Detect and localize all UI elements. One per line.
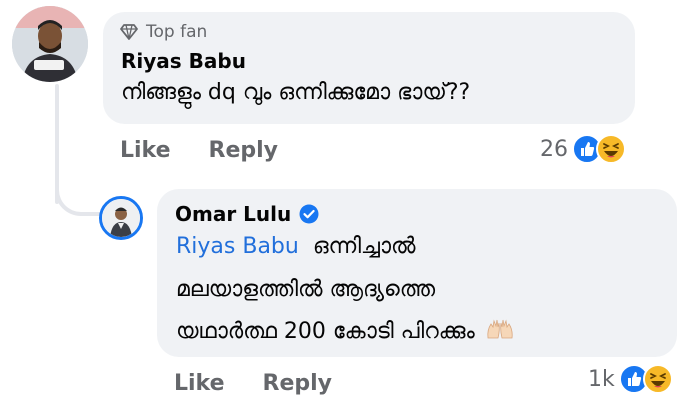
comment-reactions[interactable]: 26: [540, 134, 626, 164]
verified-badge-icon: [299, 204, 319, 224]
reaction-count: 1k: [588, 366, 615, 392]
reply-button[interactable]: Reply: [263, 371, 333, 396]
reply-text-line: Riyas Babu ഒന്നിച്ചാൽ: [176, 234, 416, 259]
reply-text-line: മലയാളത്തിൽ ആദ്യത്തെ: [176, 277, 436, 302]
haha-icon: [642, 364, 673, 394]
thread-connector: [55, 160, 101, 216]
top-fan-label: Top fan: [146, 22, 208, 42]
mention-link[interactable]: Riyas Babu: [176, 234, 299, 259]
reply-text-part: യഥാർത്ഥ 200 കോടി പിറക്കും: [176, 319, 475, 344]
reply-author-row: Omar Lulu: [175, 202, 319, 226]
reply-author[interactable]: Omar Lulu: [175, 202, 291, 226]
raising-hands-icon: [485, 318, 515, 346]
reaction-count: 26: [540, 136, 568, 162]
reply-actions: Like Reply: [174, 371, 332, 396]
reply-button[interactable]: Reply: [209, 138, 279, 163]
like-button[interactable]: Like: [120, 138, 171, 163]
like-button[interactable]: Like: [174, 371, 225, 396]
top-fan-badge: Top fan: [120, 22, 207, 42]
haha-icon: [596, 134, 626, 164]
comment-text: നിങ്ങളും dq വും ഒന്നിക്കുമോ ഭായ്??: [121, 80, 471, 105]
comment-author[interactable]: Riyas Babu: [121, 49, 246, 73]
reply-text-line: യഥാർത്ഥ 200 കോടി പിറക്കും: [176, 318, 515, 346]
commenter-avatar[interactable]: [12, 6, 88, 82]
reply-reactions[interactable]: 1k: [588, 364, 673, 394]
reply-text-part: ഒന്നിച്ചാൽ: [312, 234, 416, 259]
comment-actions: Like Reply: [120, 138, 278, 163]
reply-author-avatar[interactable]: [99, 196, 143, 240]
diamond-icon: [120, 24, 138, 40]
